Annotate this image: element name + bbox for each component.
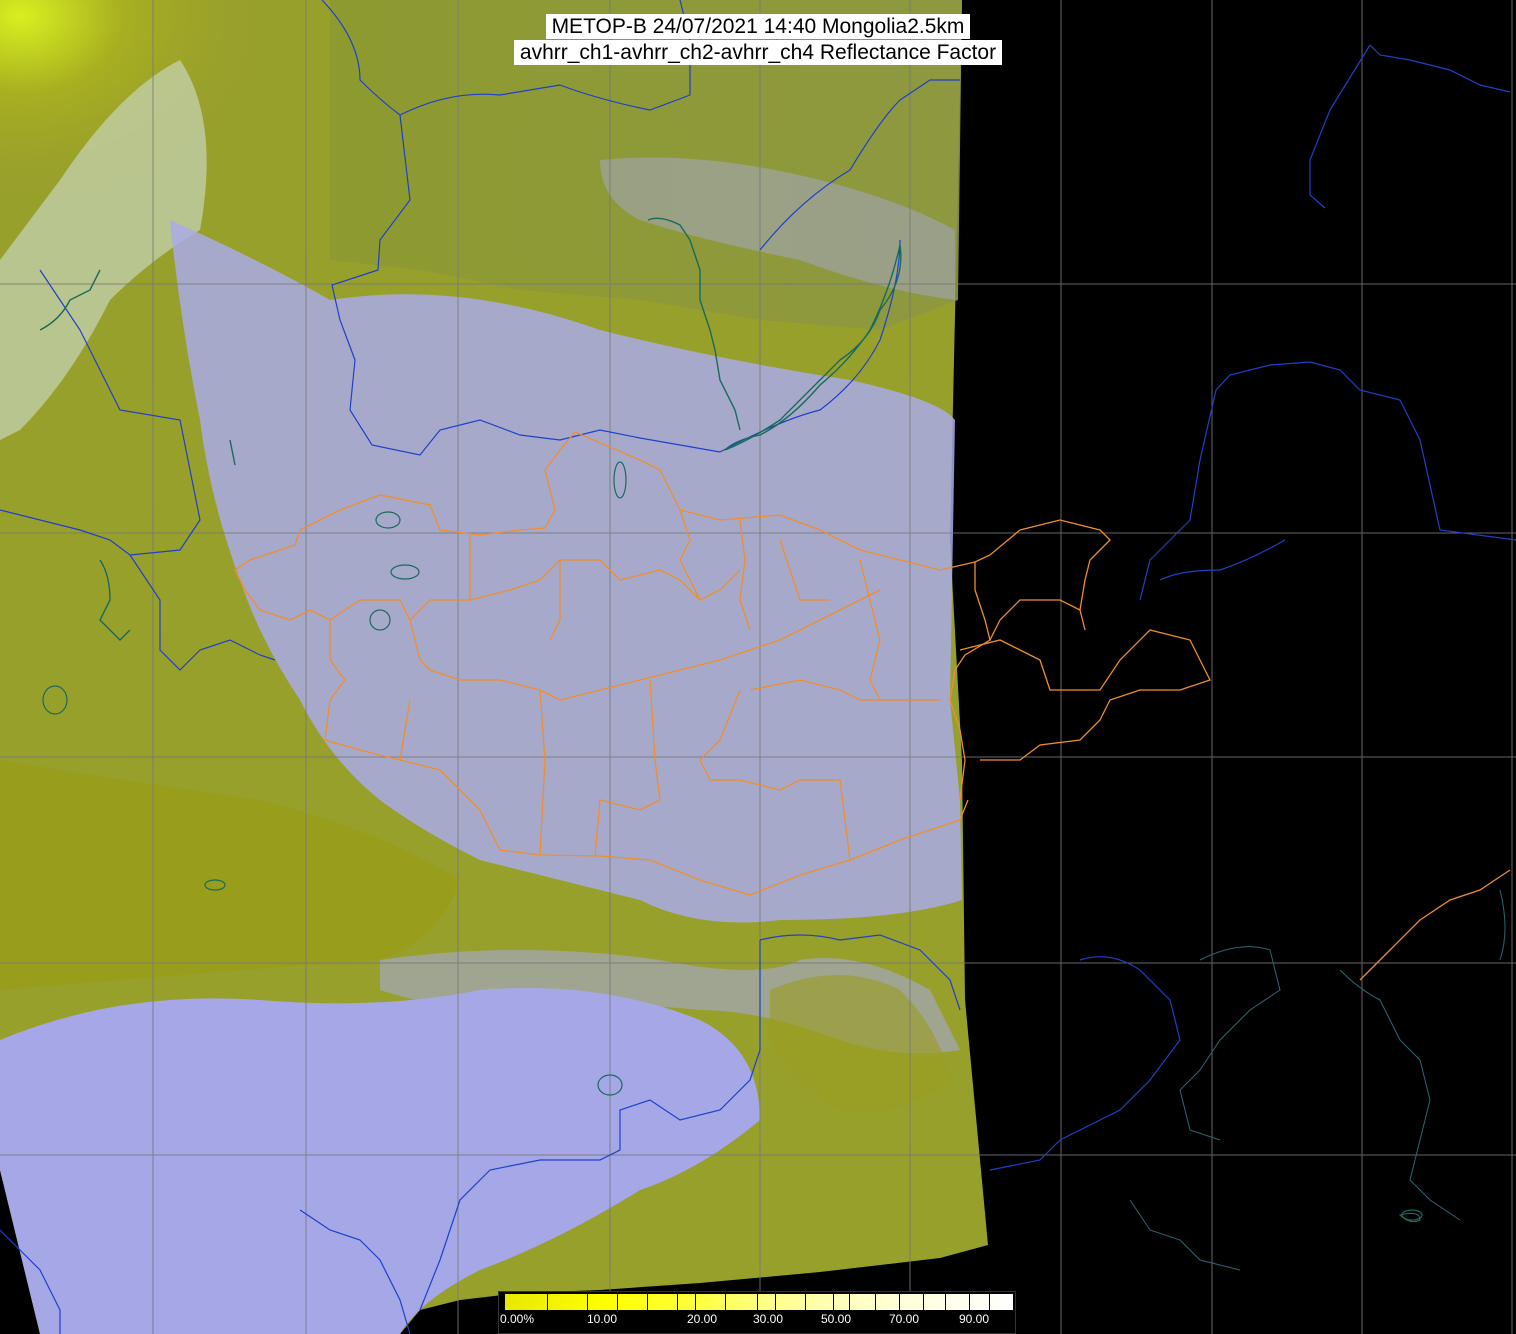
legend-label: 70.00 (889, 1312, 920, 1326)
legend-tick (899, 1294, 900, 1310)
legend-tick (677, 1294, 678, 1310)
legend-tick (945, 1294, 946, 1310)
legend-tick (969, 1294, 970, 1310)
satellite-map (0, 0, 1516, 1334)
legend-label: 50.00 (821, 1312, 852, 1326)
legend-tick (617, 1294, 618, 1310)
legend-tick (989, 1294, 990, 1310)
legend-label: 10.00 (587, 1312, 618, 1326)
legend-tick (647, 1294, 648, 1310)
legend-tick (587, 1294, 588, 1310)
legend-tick (875, 1294, 876, 1310)
legend-tick (547, 1294, 548, 1310)
color-legend: 0.00% 10.00 20.00 30.00 50.00 70.00 90.0… (498, 1291, 1016, 1334)
legend-tick (695, 1294, 696, 1310)
map-title: METOP-B 24/07/2021 14:40 Mongolia2.5km a… (0, 14, 1516, 65)
title-line-2: avhrr_ch1-avhrr_ch2-avhrr_ch4 Reflectanc… (513, 40, 1003, 65)
legend-tick (725, 1294, 726, 1310)
legend-tick (757, 1294, 758, 1310)
title-line-1: METOP-B 24/07/2021 14:40 Mongolia2.5km (545, 14, 971, 39)
legend-label: 90.00 (959, 1312, 990, 1326)
legend-color-bar (505, 1294, 1013, 1310)
legend-tick (923, 1294, 924, 1310)
legend-tick (775, 1294, 776, 1310)
legend-tick (849, 1294, 850, 1310)
legend-label: 20.00 (687, 1312, 718, 1326)
legend-label: 0.00% (500, 1312, 535, 1326)
satellite-swath (0, 0, 988, 1334)
legend-label: 30.00 (753, 1312, 784, 1326)
legend-tick (833, 1294, 834, 1310)
legend-tick (805, 1294, 806, 1310)
